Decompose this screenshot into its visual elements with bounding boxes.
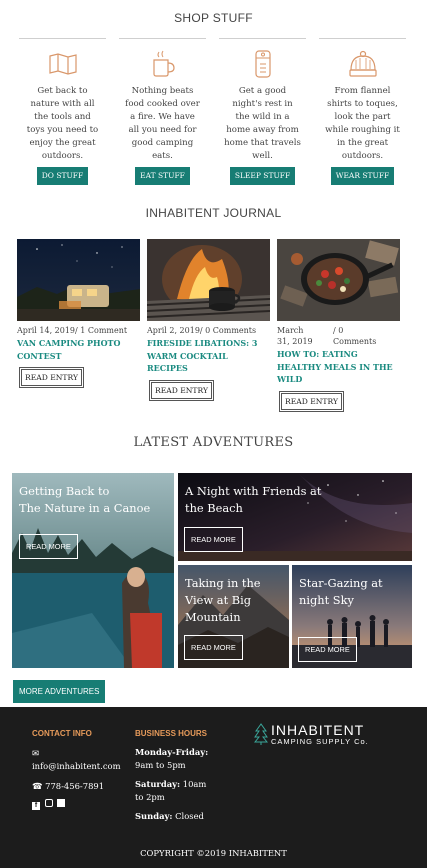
skillet-meal-photo[interactable] [277, 239, 400, 321]
adventure-card-mountain[interactable]: Taking in the View at Big Mountain READ MO… [178, 565, 289, 668]
entry-date: April 2, 2019 [147, 326, 200, 335]
divider [119, 38, 206, 39]
do-stuff-button[interactable]: DO STUFF [36, 167, 89, 185]
wear-stuff-button[interactable]: WEAR STUFF [330, 167, 395, 185]
envelope-icon: ✉ [32, 748, 40, 758]
adventure-title-line: View at Big [185, 593, 252, 607]
adventure-card-stargazing[interactable]: Star-Gazing at night Sky READ MORE [292, 565, 412, 668]
twitter-icon[interactable] [57, 799, 66, 807]
shop-item-wear: From flannel shirts to toques, look the … [319, 38, 406, 185]
toque-icon [319, 49, 406, 79]
read-more-button[interactable]: READ MORE [184, 635, 243, 660]
business-hours-heading: BUSINESS HOURS [135, 729, 208, 738]
eat-stuff-button[interactable]: EAT STUFF [135, 167, 190, 185]
hours-time: Closed [175, 811, 204, 821]
adventure-title-line: Star-Gazing at [299, 576, 383, 590]
campfire-mug-photo[interactable] [147, 239, 270, 321]
social-icons: f [32, 799, 66, 812]
read-entry-label: READ ENTRY [21, 369, 82, 386]
more-adventures-button[interactable]: MORE ADVENTURES [13, 680, 106, 703]
sleep-stuff-button[interactable]: SLEEP STUFF [229, 167, 296, 185]
shop-item-description: Get back to nature with all the tools an… [26, 86, 99, 161]
adventure-title-line: Mountain [185, 610, 241, 624]
hours-day: Monday-Friday: [135, 747, 209, 757]
adventure-title[interactable]: Taking in the View at Big Mountain [185, 575, 261, 626]
sleeping-bag-icon [219, 49, 306, 79]
read-more-button[interactable]: READ MORE [184, 527, 243, 552]
entry-comments[interactable]: / 1 Comment [75, 326, 127, 335]
entry-date: April 14, 2019 [17, 326, 76, 335]
shop-item-description: Nothing beats food cooked over a fire. W… [125, 86, 200, 161]
divider [219, 38, 306, 39]
adventure-title-line: night Sky [299, 593, 354, 607]
journal-section-title: INHABITENT JOURNAL [145, 206, 282, 220]
read-more-button[interactable]: READ MORE [19, 534, 78, 559]
logo-tagline: CAMPING SUPPLY Co. [271, 737, 369, 746]
adventure-title[interactable]: Getting Back to The Nature in a Canoe [19, 483, 150, 517]
read-entry-button[interactable]: READ ENTRY [19, 367, 84, 388]
read-entry-label: READ ENTRY [281, 392, 342, 410]
hours-day: Saturday: [135, 779, 181, 789]
shop-section-title: SHOP STUFF [174, 11, 253, 25]
read-more-button[interactable]: READ MORE [298, 637, 357, 662]
adventure-card-canoe[interactable]: Getting Back to The Nature in a Canoe REA… [12, 473, 174, 668]
entry-date: March 31, 2019 [277, 326, 313, 346]
hours-time: 9am to 5pm [135, 759, 186, 770]
van-camping-photo[interactable] [17, 239, 140, 321]
email-row[interactable]: ✉ info@inhabitent.com [32, 747, 121, 772]
instagram-icon[interactable] [44, 799, 53, 807]
mug-icon [119, 49, 206, 79]
copyright-text: COPYRIGHT ©2019 INHABITENT [140, 848, 287, 858]
entry-title-link[interactable]: HOW TO: EATING HEALTHY MEALS IN THE WILD [277, 348, 400, 386]
read-entry-label: READ ENTRY [151, 381, 212, 399]
email-link[interactable]: info@inhabitent.com [32, 761, 121, 771]
contact-info-heading: CONTACT INFO [32, 729, 92, 738]
adventure-title-line: Taking in the [185, 576, 261, 590]
footer-logo[interactable]: INHABITENT CAMPING SUPPLY Co. [254, 723, 369, 747]
facebook-icon[interactable]: f [32, 802, 40, 810]
adventure-title-line: the Beach [185, 501, 243, 515]
entry-title-link[interactable]: FIRESIDE LIBATIONS: 3 WARM COCKTAIL RECI… [147, 337, 270, 375]
adventures-section-title: LATEST ADVENTURES [133, 435, 294, 450]
divider [319, 38, 406, 39]
adventure-card-beach[interactable]: A Night with Friends at the Beach READ MO… [178, 473, 412, 561]
shop-item-eat: Nothing beats food cooked over a fire. W… [119, 38, 206, 185]
journal-entry: April 14, 2019/ 1 Comment VAN CAMPING PH… [17, 239, 140, 388]
footer: CONTACT INFO ✉ info@inhabitent.com ☎ 778… [0, 707, 427, 868]
journal-entry: March 31, 2019 / 0 Comments HOW TO: EATIN… [277, 239, 400, 412]
shop-item-description: Get a good night's rest in the wild in a… [224, 86, 301, 161]
shop-item-do: Get back to nature with all the tools an… [19, 38, 106, 185]
entry-comments[interactable]: / 0 Comments [200, 326, 256, 335]
divider [19, 38, 106, 39]
entry-title-link[interactable]: VAN CAMPING PHOTO CONTEST [17, 337, 140, 362]
adventure-title-line: The Nature in a Canoe [19, 501, 151, 515]
shop-item-sleep: Get a good night's rest in the wild in a… [219, 38, 306, 185]
tree-icon [254, 723, 268, 745]
hours-list: Monday-Friday: 9am to 5pm Saturday: 10am … [135, 746, 215, 823]
adventure-title-line: Getting Back to [19, 484, 110, 498]
adventure-title[interactable]: Star-Gazing at night Sky [299, 575, 383, 609]
read-entry-button[interactable]: READ ENTRY [279, 390, 344, 412]
map-icon [19, 49, 106, 79]
adventure-title-line: A Night with Friends at [185, 484, 322, 498]
shop-item-description: From flannel shirts to toques, look the … [325, 86, 400, 161]
hours-day: Sunday: [135, 811, 173, 821]
journal-entry: April 2, 2019/ 0 Comments FIRESIDE LIBAT… [147, 239, 270, 401]
phone-row[interactable]: ☎ 778-456-7891 [32, 780, 104, 793]
adventure-title[interactable]: A Night with Friends at the Beach [185, 483, 321, 517]
phone-number[interactable]: 778-456-7891 [45, 781, 104, 791]
logo-name: INHABITENT [271, 722, 365, 738]
read-entry-button[interactable]: READ ENTRY [149, 379, 214, 401]
phone-icon: ☎ [32, 781, 43, 791]
entry-comments[interactable]: / 0 Comments [333, 325, 383, 347]
